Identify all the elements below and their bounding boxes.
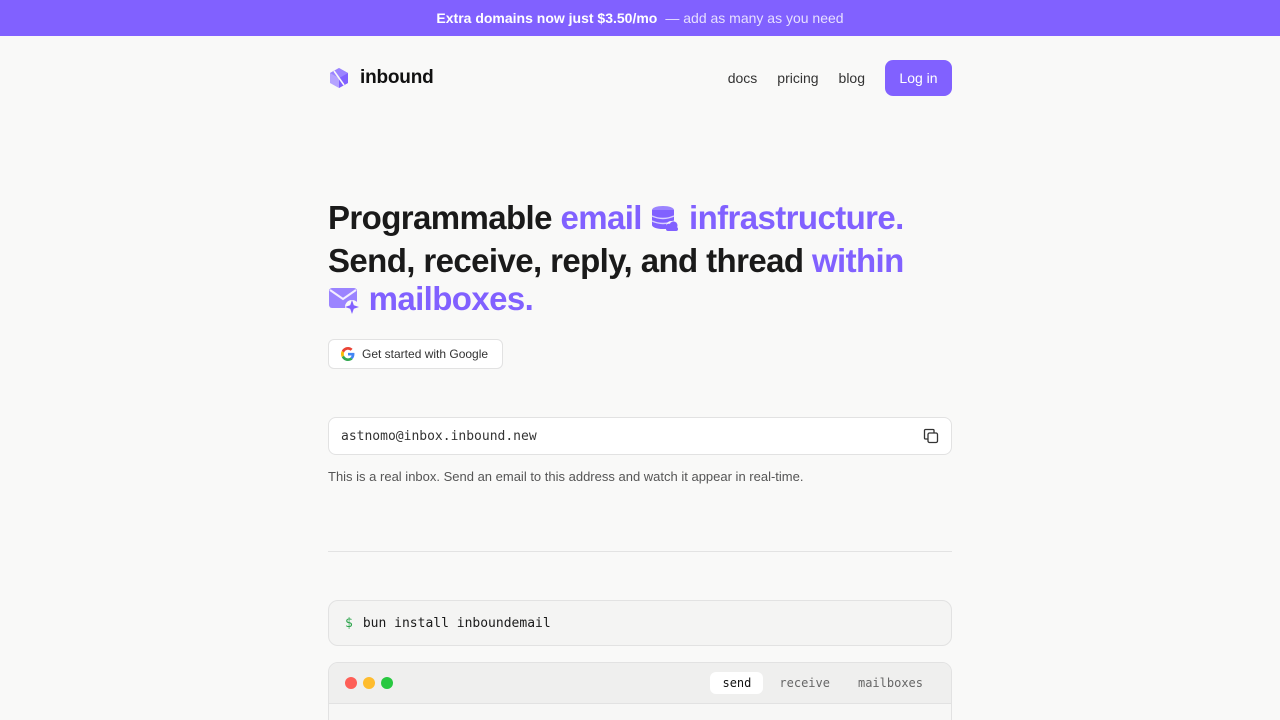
copy-icon[interactable] — [923, 428, 939, 444]
google-signin-label: Get started with Google — [362, 347, 489, 361]
code-window: send receive mailboxes — [328, 662, 952, 720]
hero-heading: Programmable email infrastructure. Send,… — [328, 199, 952, 323]
inbound-logo-icon — [328, 67, 350, 89]
banner-headline: Extra domains now just $3.50/mo — [436, 10, 658, 26]
inbox-address-field[interactable]: astnomo@inbox.inbound.new — [328, 417, 952, 455]
maximize-dot-icon — [381, 677, 393, 689]
inbox-helper-text: This is a real inbox. Send an email to t… — [328, 469, 804, 484]
tab-send[interactable]: send — [710, 672, 764, 694]
database-cloud-icon — [650, 204, 680, 242]
tab-receive[interactable]: receive — [767, 672, 842, 694]
window-controls — [345, 677, 393, 689]
shell-prompt: $ — [345, 615, 353, 631]
brand-name: inbound — [360, 67, 434, 88]
inbox-address[interactable]: astnomo@inbox.inbound.new — [341, 429, 537, 444]
install-command[interactable]: $ bun install inboundemail — [328, 600, 952, 646]
banner-subtext: — add as many as you need — [665, 10, 844, 26]
google-icon — [341, 347, 355, 361]
mail-sparkle-icon — [328, 285, 360, 323]
hero-accent-mailboxes: mailboxes. — [368, 280, 534, 317]
hero-accent-infrastructure: infrastructure. — [689, 199, 904, 236]
code-window-titlebar: send receive mailboxes — [329, 663, 951, 704]
nav-link-pricing[interactable]: pricing — [777, 70, 818, 86]
top-nav: inbound docs pricing blog Log in — [328, 60, 952, 96]
nav-link-blog[interactable]: blog — [839, 70, 865, 86]
minimize-dot-icon — [363, 677, 375, 689]
close-dot-icon — [345, 677, 357, 689]
section-divider — [328, 551, 952, 552]
login-button[interactable]: Log in — [885, 60, 952, 96]
code-tabs: send receive mailboxes — [710, 672, 935, 694]
hero-accent-email: email — [560, 199, 642, 236]
nav-link-docs[interactable]: docs — [728, 70, 758, 86]
announcement-banner[interactable]: Extra domains now just $3.50/mo — add as… — [0, 0, 1280, 36]
hero-accent-within: within — [811, 242, 904, 279]
hero-text-2: Send, receive, reply, and thread — [328, 242, 804, 279]
nav-links: docs pricing blog Log in — [728, 60, 952, 96]
google-signin-button[interactable]: Get started with Google — [328, 339, 503, 369]
hero-text-1: Programmable — [328, 199, 552, 236]
install-command-text: bun install inboundemail — [362, 615, 551, 631]
brand[interactable]: inbound — [328, 67, 434, 89]
tab-mailboxes[interactable]: mailboxes — [846, 672, 935, 694]
